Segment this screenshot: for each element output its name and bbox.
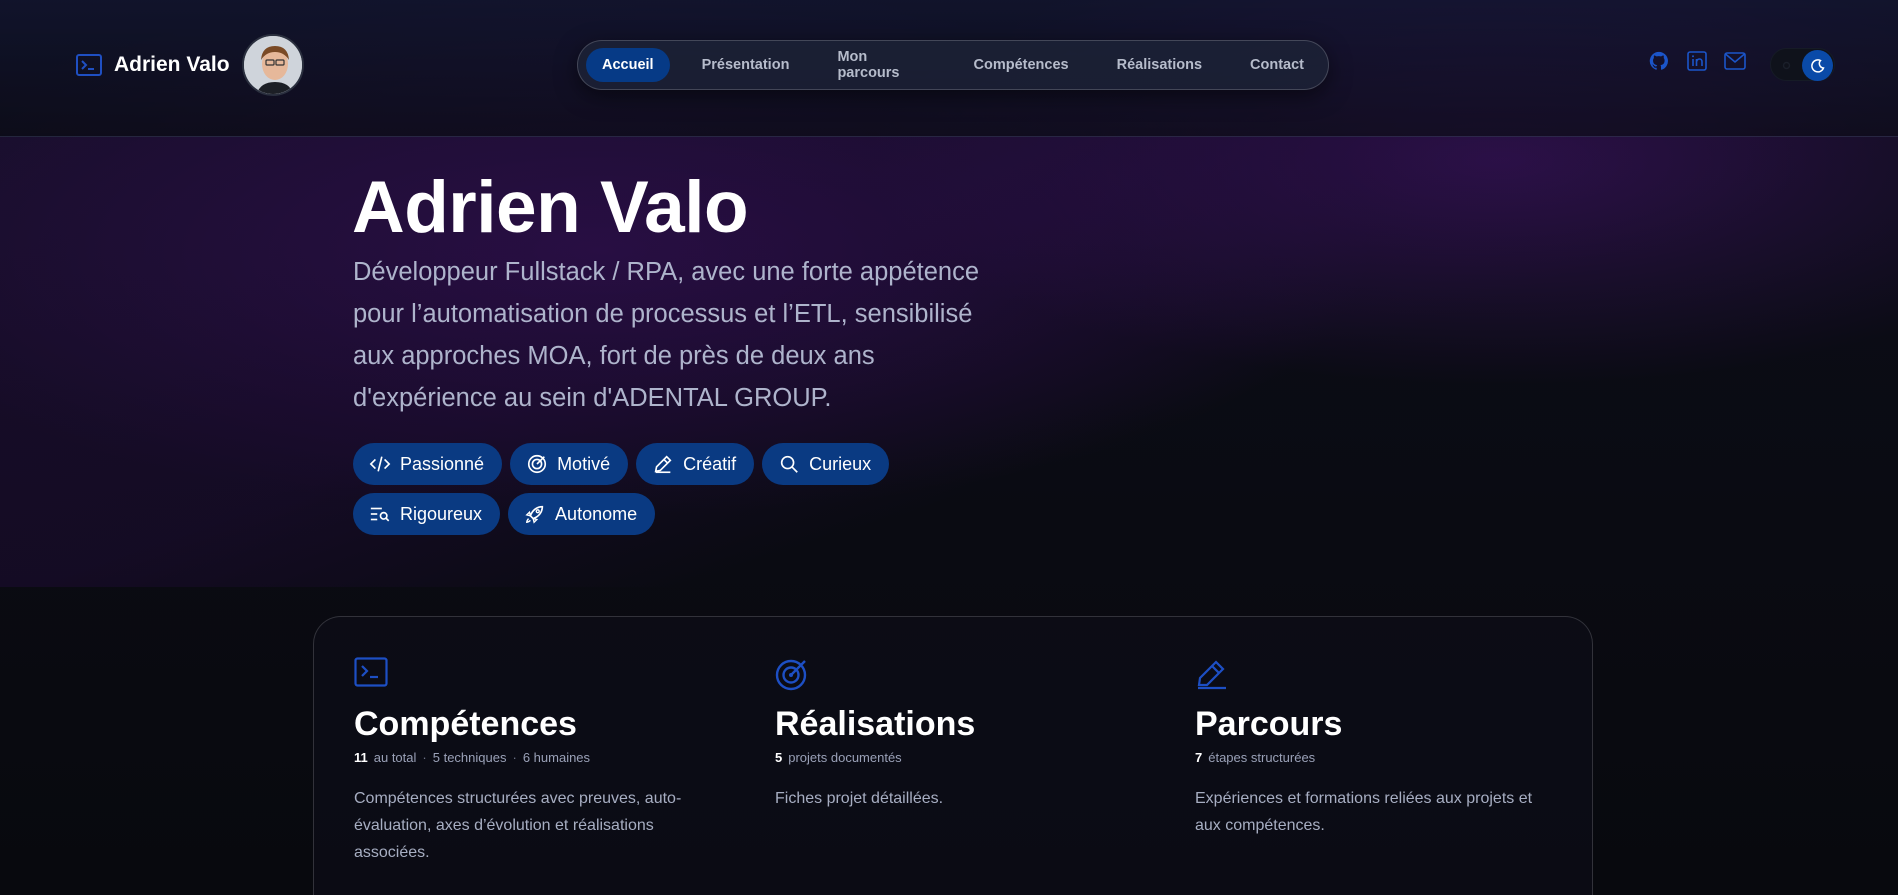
- meta-separator: ·: [422, 750, 427, 765]
- card-title: Parcours: [1195, 705, 1343, 743]
- card-meta: 5 projets documentés: [775, 750, 1135, 765]
- tag-label: Motivé: [557, 453, 611, 474]
- hero-description: Développeur Fullstack / RPA, avec une fo…: [353, 258, 980, 412]
- card-title: Compétences: [354, 705, 577, 743]
- search-icon: [780, 455, 798, 473]
- target-icon: [527, 454, 547, 474]
- tag-curieux[interactable]: Curieux: [762, 443, 890, 485]
- tag-autonome[interactable]: Autonome: [508, 493, 656, 535]
- nav-item-realisations[interactable]: Réalisations: [1101, 48, 1218, 82]
- tag-label: Créatif: [683, 453, 737, 474]
- rocket-icon: [525, 505, 544, 524]
- meta-separator: ·: [512, 750, 517, 765]
- code-icon: [369, 456, 391, 472]
- card-meta: 11 au total · 5 techniques · 6 humaines: [354, 750, 714, 765]
- tag-label: Autonome: [555, 503, 638, 524]
- page: Adrien Valo Accueil Présentation Mon par…: [0, 0, 1898, 895]
- mail-icon[interactable]: [1724, 50, 1746, 72]
- tag-motive[interactable]: Motivé: [510, 443, 629, 485]
- card-meta: 7 étapes structurées: [1195, 750, 1555, 765]
- tag-label: Curieux: [809, 453, 872, 474]
- moon-icon: [1802, 50, 1833, 81]
- meta-count: 5: [775, 750, 783, 765]
- tag-label: Rigoureux: [400, 503, 483, 524]
- summary-card: Compétences 11 au total · 5 techniques ·…: [313, 616, 1593, 895]
- target-icon: [775, 657, 809, 691]
- meta-text: 5 techniques: [432, 750, 507, 765]
- list-search-icon: [370, 507, 390, 522]
- card-parcours[interactable]: Parcours 7 étapes structurées Expérience…: [1195, 657, 1555, 839]
- meta-count: 11: [354, 750, 368, 765]
- personality-tags: Passionné Motivé Créatif Curieux Rigoure…: [353, 443, 953, 535]
- brand-name: Adrien Valo: [114, 53, 230, 76]
- pencil-icon: [654, 455, 672, 474]
- avatar: [241, 34, 304, 96]
- theme-toggle[interactable]: [1770, 48, 1835, 81]
- tag-passionne[interactable]: Passionné: [353, 443, 503, 485]
- card-realisations[interactable]: Réalisations 5 projets documentés Fiches…: [775, 657, 1135, 812]
- social-links: [1648, 50, 1746, 72]
- tag-label: Passionné: [400, 453, 485, 474]
- meta-count: 7: [1195, 750, 1203, 765]
- card-description: Compétences structurées avec preuves, au…: [354, 790, 682, 861]
- meta-text: projets documentés: [788, 750, 902, 765]
- site-header: Adrien Valo Accueil Présentation Mon par…: [0, 0, 1898, 137]
- nav-item-competences[interactable]: Compétences: [958, 48, 1085, 82]
- github-icon[interactable]: [1648, 50, 1670, 72]
- sun-icon: [1780, 59, 1793, 72]
- main-nav: Accueil Présentation Mon parcours Compét…: [577, 40, 1329, 90]
- nav-item-contact[interactable]: Contact: [1234, 48, 1320, 82]
- nav-item-mon-parcours[interactable]: Mon parcours: [821, 48, 941, 82]
- card-description: Expériences et formations reliées aux pr…: [1195, 790, 1533, 834]
- nav-item-accueil[interactable]: Accueil: [586, 48, 670, 82]
- meta-text: au total: [373, 750, 417, 765]
- tag-rigoureux[interactable]: Rigoureux: [353, 493, 501, 535]
- linkedin-icon[interactable]: [1686, 50, 1708, 72]
- card-title: Réalisations: [775, 705, 976, 743]
- tag-creatif[interactable]: Créatif: [636, 443, 755, 485]
- card-description: Fiches projet détaillées.: [775, 790, 944, 807]
- card-competences[interactable]: Compétences 11 au total · 5 techniques ·…: [354, 657, 714, 866]
- hero-title: Adrien Valo: [352, 167, 749, 248]
- pencil-icon: [1195, 657, 1229, 691]
- terminal-icon: [76, 54, 102, 76]
- terminal-icon: [354, 657, 388, 691]
- meta-text: étapes structurées: [1208, 750, 1316, 765]
- brand[interactable]: Adrien Valo: [76, 33, 304, 97]
- nav-item-presentation[interactable]: Présentation: [686, 48, 806, 82]
- meta-text: 6 humaines: [522, 750, 591, 765]
